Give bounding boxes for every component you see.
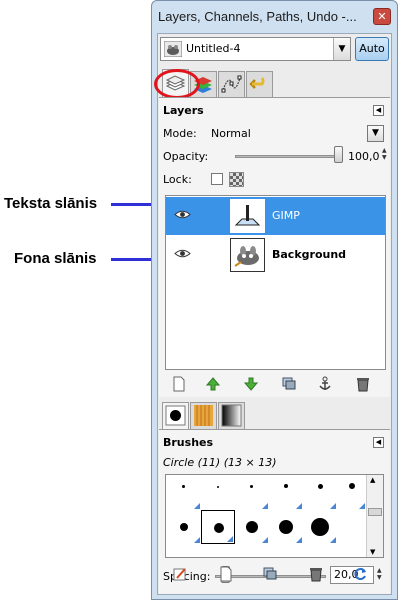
layer-row-gimp[interactable]: GIMP xyxy=(166,197,385,235)
opacity-slider-handle[interactable] xyxy=(334,146,343,163)
brush-cell[interactable] xyxy=(269,476,303,510)
tab-channels[interactable] xyxy=(190,71,217,97)
edit-brush-icon[interactable] xyxy=(172,566,188,582)
eye-icon[interactable] xyxy=(174,209,191,220)
tab-undo[interactable] xyxy=(246,71,273,97)
panel-menu-button[interactable]: ◀ xyxy=(373,437,384,448)
new-layer-icon[interactable] xyxy=(171,376,187,392)
pattern-tab-icon xyxy=(194,405,213,426)
layer-name: Background xyxy=(272,248,347,261)
brushes-heading: Brushes xyxy=(163,436,214,449)
panel-menu-button[interactable]: ◀ xyxy=(373,105,384,116)
brush-cell[interactable] xyxy=(303,510,337,544)
lock-alpha-icon[interactable] xyxy=(229,172,244,187)
duplicate-layer-icon[interactable] xyxy=(281,376,297,392)
dock-client-area: Untitled-4 ▼ Auto Layers ◀ Mode: Normal … xyxy=(154,33,392,595)
brush-cell-selected[interactable] xyxy=(201,510,235,544)
title-bar[interactable]: Layers, Channels, Paths, Undo -... ✕ xyxy=(152,1,397,33)
triangle-left-icon: ◀ xyxy=(375,438,382,446)
layer-name: GIMP xyxy=(272,209,300,222)
opacity-label: Opacity: xyxy=(163,150,209,163)
scrollbar-thumb[interactable] xyxy=(368,508,382,516)
gradient-tab-icon xyxy=(221,404,242,427)
background-layer-thumbnail xyxy=(230,238,265,272)
raise-layer-icon[interactable] xyxy=(205,376,221,392)
tab-paths[interactable] xyxy=(218,71,245,97)
opacity-spin-arrows[interactable]: ▲ ▼ xyxy=(382,147,389,162)
new-brush-icon[interactable] xyxy=(218,566,234,582)
eye-icon[interactable] xyxy=(174,248,191,259)
brush-cell[interactable] xyxy=(201,476,235,510)
delete-brush-icon[interactable] xyxy=(308,566,324,582)
lock-pixels-checkbox[interactable] xyxy=(211,173,223,185)
wilber-icon xyxy=(234,246,259,267)
layers-panel: Layers ◀ Mode: Normal ▼ Opacity: 100,0 ▲… xyxy=(159,97,390,397)
layers-heading: Layers xyxy=(163,104,204,117)
tab-layers[interactable] xyxy=(162,69,189,97)
brush-scrollbar[interactable]: ▲ ▼ xyxy=(366,475,383,557)
layer-toolbar xyxy=(159,374,390,396)
refresh-brushes-icon[interactable] xyxy=(352,566,368,582)
lock-label: Lock: xyxy=(163,173,192,186)
wilber-icon xyxy=(164,41,182,57)
triangle-left-icon: ◀ xyxy=(375,106,382,114)
lower-layer-icon[interactable] xyxy=(243,376,259,392)
annotation-text-layer: Teksta slānis xyxy=(4,195,98,212)
paths-tab-icon xyxy=(221,75,242,93)
opacity-slider[interactable] xyxy=(235,155,338,158)
chevron-down-icon[interactable]: ▼ xyxy=(333,38,350,60)
brush-tab-icon xyxy=(165,405,186,426)
mode-label: Mode: xyxy=(163,127,197,140)
lower-dock-tabs xyxy=(160,400,390,429)
duplicate-brush-icon[interactable] xyxy=(262,566,278,582)
brush-toolbar xyxy=(158,564,389,586)
layer-list[interactable]: GIMP Background xyxy=(165,195,386,370)
channels-tab-icon xyxy=(194,77,212,93)
anchor-layer-icon[interactable] xyxy=(317,376,333,392)
brush-cell[interactable] xyxy=(303,476,337,510)
tab-patterns[interactable] xyxy=(190,402,217,429)
image-name: Untitled-4 xyxy=(186,42,241,55)
dock-tabs xyxy=(154,67,390,99)
auto-button[interactable]: Auto xyxy=(355,37,389,61)
tab-gradients[interactable] xyxy=(218,402,245,429)
brush-cell[interactable] xyxy=(235,510,269,544)
image-selector[interactable]: Untitled-4 ▼ xyxy=(160,37,351,61)
brush-grid[interactable]: ▲ ▼ xyxy=(165,474,384,558)
current-brush-name: Circle (11) (13 × 13) xyxy=(163,456,277,469)
annotation-background-layer: Fona slānis xyxy=(14,250,97,267)
brush-cell[interactable] xyxy=(235,476,269,510)
layers-tab-icon xyxy=(165,75,186,91)
opacity-value[interactable]: 100,0 xyxy=(348,150,380,163)
text-layer-icon xyxy=(234,205,261,226)
brush-cell[interactable] xyxy=(269,510,303,544)
text-layer-thumbnail xyxy=(230,199,265,233)
undo-tab-icon xyxy=(249,77,265,89)
mode-select[interactable]: Normal xyxy=(211,127,251,140)
brush-cell[interactable] xyxy=(167,476,201,510)
window-title: Layers, Channels, Paths, Undo -... xyxy=(158,9,357,24)
chevron-down-icon[interactable]: ▼ xyxy=(367,125,384,142)
brush-cell[interactable] xyxy=(337,476,366,510)
layers-dock-window: Layers, Channels, Paths, Undo -... ✕ Unt… xyxy=(151,0,398,600)
layer-row-background[interactable]: Background xyxy=(166,236,385,274)
close-button[interactable]: ✕ xyxy=(373,8,391,25)
close-icon: ✕ xyxy=(377,10,387,23)
brush-cell[interactable] xyxy=(167,510,201,544)
delete-layer-icon[interactable] xyxy=(355,376,371,392)
tab-brushes[interactable] xyxy=(162,402,189,429)
